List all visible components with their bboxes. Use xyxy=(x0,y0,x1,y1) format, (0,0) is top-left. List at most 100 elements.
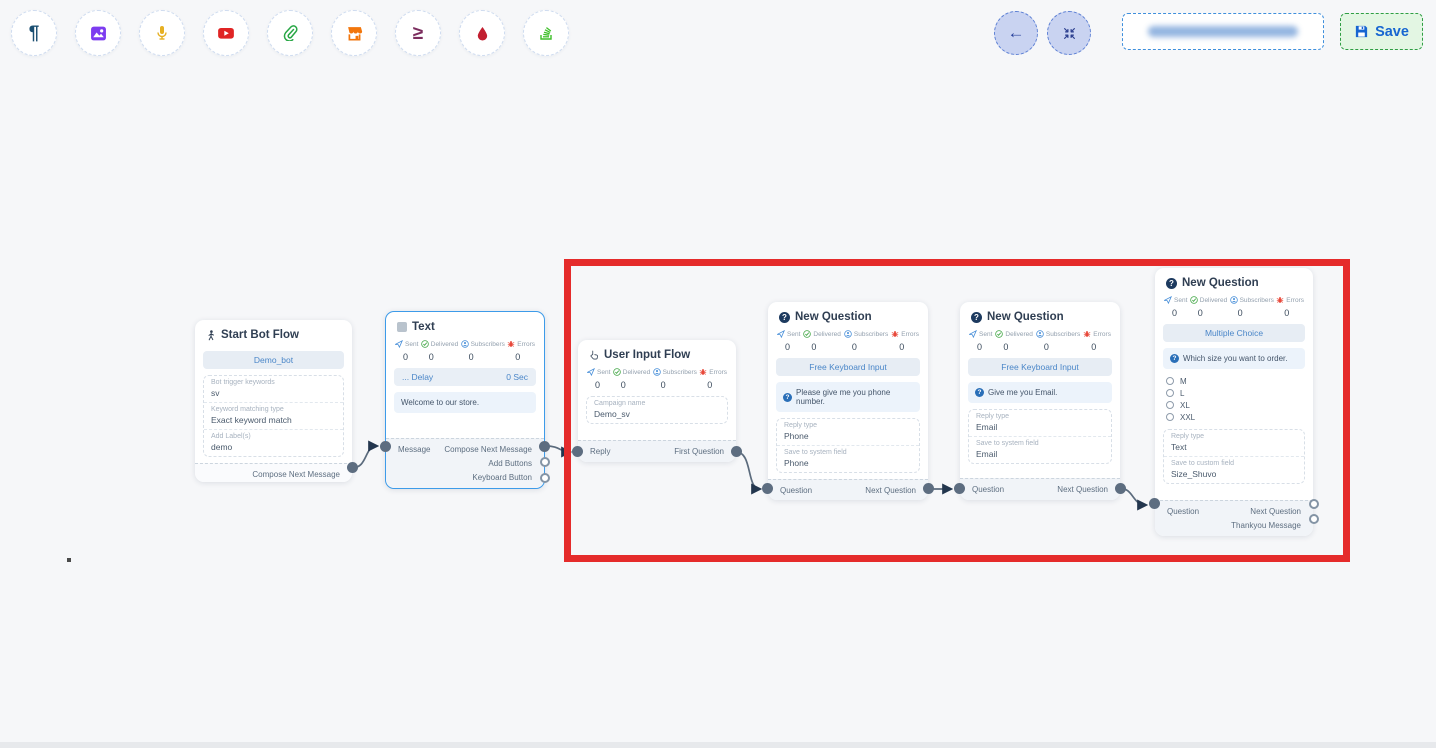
connector-port-out[interactable] xyxy=(1115,483,1126,494)
node-header: ? New Question xyxy=(768,302,928,327)
connector-port-keyboard-button[interactable] xyxy=(540,473,550,483)
node-new-question-size[interactable]: ? New Question Sent0 Delivered0 Subscrib… xyxy=(1155,268,1313,536)
field-reply-type[interactable]: Reply type Phone xyxy=(777,419,919,446)
node-header: ? New Question xyxy=(1155,268,1313,293)
node-text[interactable]: Text Sent0 Delivered0 Subscribers0 Error… xyxy=(385,311,545,489)
question-preview[interactable]: ? Which size you want to order. xyxy=(1163,348,1305,369)
radio-icon[interactable] xyxy=(1166,413,1174,421)
stat-label: Subscribers xyxy=(471,341,505,348)
question-preview[interactable]: ? Give me you Email. xyxy=(968,382,1112,403)
question-mini-icon: ? xyxy=(783,393,792,402)
field-reply-type[interactable]: Reply type Text xyxy=(1164,430,1304,457)
question-type-button[interactable]: Free Keyboard Input xyxy=(968,358,1112,376)
radio-icon[interactable] xyxy=(1166,377,1174,385)
toolbar-drip-element-button[interactable] xyxy=(459,10,505,56)
connector-port-add-buttons[interactable] xyxy=(540,457,550,467)
node-footer: Compose Next Message xyxy=(195,463,352,482)
bot-name-button[interactable]: Demo_bot xyxy=(203,351,344,369)
radio-icon[interactable] xyxy=(1166,401,1174,409)
connector-port-in[interactable] xyxy=(1149,498,1160,509)
start-fields: Bot trigger keywords sv Keyword matching… xyxy=(203,375,344,457)
delay-row[interactable]: ... Delay 0 Sec xyxy=(394,368,536,386)
save-button[interactable]: Save xyxy=(1340,13,1423,50)
node-title: New Question xyxy=(987,311,1064,323)
connector-port-next-question[interactable] xyxy=(1309,499,1319,509)
field-value: Phone xyxy=(784,458,912,468)
field-save-to-system-field[interactable]: Save to system field Phone xyxy=(777,446,919,472)
stat-value: 0 xyxy=(1036,342,1080,352)
field-bot-trigger-keywords[interactable]: Bot trigger keywords sv xyxy=(204,376,343,403)
toolbar-image-element-button[interactable] xyxy=(75,10,121,56)
field-campaign-name[interactable]: Campaign name Demo_sv xyxy=(587,397,727,423)
connector-port-out[interactable] xyxy=(731,446,742,457)
node-new-question-phone[interactable]: ? New Question Sent0 Delivered0 Subscrib… xyxy=(768,302,928,500)
toolbar-file-element-button[interactable] xyxy=(267,10,313,56)
back-button[interactable]: ← xyxy=(994,11,1038,55)
node-title: New Question xyxy=(795,311,872,323)
output-label: First Question xyxy=(674,447,724,456)
field-value: sv xyxy=(211,388,336,398)
node-header: Start Bot Flow xyxy=(195,320,352,345)
stat-label: Sent xyxy=(597,369,610,376)
option-row: M xyxy=(1155,375,1313,387)
option-label: XXL xyxy=(1180,413,1195,422)
subscribers-icon xyxy=(844,330,852,338)
stat-label: Subscribers xyxy=(854,331,888,338)
input-label: Reply xyxy=(590,447,610,456)
toolbar-video-element-button[interactable] xyxy=(203,10,249,56)
question-text: Please give me you phone number. xyxy=(796,388,913,406)
question-type-button[interactable]: Free Keyboard Input xyxy=(776,358,920,376)
node-start-bot-flow[interactable]: Start Bot Flow Demo_bot Bot trigger keyw… xyxy=(195,320,352,482)
toolbar-stack-element-button[interactable] xyxy=(523,10,569,56)
connector-port-in[interactable] xyxy=(572,446,583,457)
delay-value: 0 Sec xyxy=(506,372,528,382)
stat-value: 0 xyxy=(777,342,800,352)
toolbar-ecommerce-element-button[interactable] xyxy=(331,10,377,56)
microphone-icon xyxy=(154,25,170,41)
stat-value: 0 xyxy=(421,352,458,362)
connector-port-out[interactable] xyxy=(347,462,358,473)
stat-label: Errors xyxy=(901,331,919,338)
connector-port-in[interactable] xyxy=(954,483,965,494)
question-text: Which size you want to order. xyxy=(1183,354,1288,363)
radio-icon[interactable] xyxy=(1166,389,1174,397)
toolbar-sequence-element-button[interactable]: ≥ xyxy=(395,10,441,56)
errors-icon xyxy=(891,330,899,338)
stat-label: Errors xyxy=(1093,331,1111,338)
flow-title-input[interactable] xyxy=(1122,13,1324,50)
fit-view-button[interactable] xyxy=(1047,11,1091,55)
stat-label: Subscribers xyxy=(1046,331,1080,338)
question-circle-icon: ? xyxy=(1166,278,1177,289)
node-title: Text xyxy=(412,321,435,333)
stat-value: 0 xyxy=(507,352,535,362)
field-add-labels[interactable]: Add Label(s) demo xyxy=(204,430,343,456)
field-save-to-system-field[interactable]: Save to system field Email xyxy=(969,437,1111,463)
stat-value: 0 xyxy=(1164,308,1187,318)
input-label: Question xyxy=(972,485,1004,494)
connector-port-thankyou-message[interactable] xyxy=(1309,514,1319,524)
output-label: Next Question xyxy=(1250,507,1301,516)
connector-port-out[interactable] xyxy=(923,483,934,494)
pilcrow-icon: ¶ xyxy=(29,24,40,43)
option-label: L xyxy=(1180,389,1184,398)
connector-port-in[interactable] xyxy=(380,441,391,452)
connector-port-out[interactable] xyxy=(539,441,550,452)
question-preview[interactable]: ? Please give me you phone number. xyxy=(776,382,920,412)
node-new-question-email[interactable]: ? New Question Sent0 Delivered0 Subscrib… xyxy=(960,302,1120,500)
delay-label: ... Delay xyxy=(402,372,433,382)
horizontal-scrollbar-track[interactable] xyxy=(0,742,1436,748)
connector-port-in[interactable] xyxy=(762,483,773,494)
errors-icon xyxy=(1083,330,1091,338)
question-type-button[interactable]: Multiple Choice xyxy=(1163,324,1305,342)
node-footer: Message Compose Next Message Add Buttons… xyxy=(386,438,544,488)
node-user-input-flow[interactable]: User Input Flow Sent0 Delivered0 Subscri… xyxy=(578,340,736,462)
field-reply-type[interactable]: Reply type Email xyxy=(969,410,1111,437)
field-keyword-matching-type[interactable]: Keyword matching type Exact keyword matc… xyxy=(204,403,343,430)
message-preview[interactable]: Welcome to our store. xyxy=(394,392,536,413)
node-footer: Question Next Question xyxy=(768,479,928,500)
toolbar-text-element-button[interactable]: ¶ xyxy=(11,10,57,56)
question-mini-icon: ? xyxy=(975,388,984,397)
sent-icon xyxy=(1164,296,1172,304)
field-save-to-custom-field[interactable]: Save to custom field Size_Shuvo xyxy=(1164,457,1304,483)
toolbar-audio-element-button[interactable] xyxy=(139,10,185,56)
